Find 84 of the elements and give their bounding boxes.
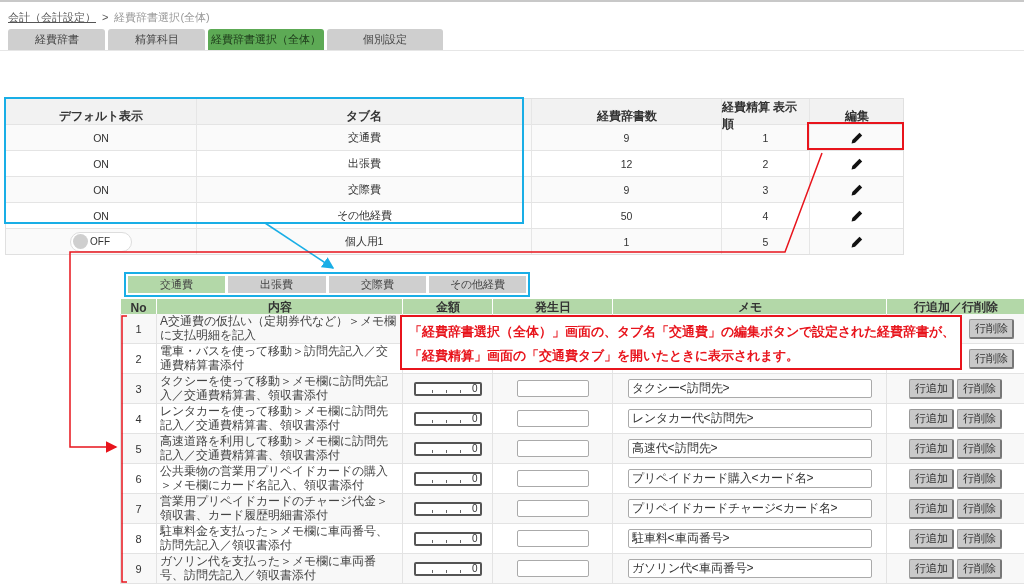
pencil-icon[interactable] xyxy=(850,209,863,222)
breadcrumb-current: 経費辞書選択(全体) xyxy=(114,9,210,25)
toggle-switch[interactable]: OFF xyxy=(70,231,132,252)
delete-row-button[interactable]: 行削除 xyxy=(957,468,1002,489)
table-cell: 9 xyxy=(531,177,721,202)
add-row-button[interactable]: 行追加 xyxy=(909,528,954,549)
delete-row-button[interactable]: 行削除 xyxy=(957,528,1002,549)
pencil-icon[interactable] xyxy=(850,157,863,170)
amount-field[interactable]: 0 xyxy=(413,531,482,546)
delete-row-button[interactable]: 行削除 xyxy=(957,438,1002,459)
delete-row-button[interactable]: 行削除 xyxy=(969,348,1014,369)
add-row-button[interactable]: 行追加 xyxy=(909,558,954,579)
table-cell: レンタカーを使って移動＞メモ欄に訪問先記入／交通費精算書、領収書添付 xyxy=(156,404,402,433)
date-field[interactable] xyxy=(516,440,589,457)
memo-field[interactable]: タクシー<訪問先> xyxy=(627,379,872,398)
add-row-button[interactable]: 行追加 xyxy=(909,498,954,519)
table-cell: 1 xyxy=(531,229,721,254)
table-cell: ガソリン代を支払った＞メモ欄に車両番号、訪問先記入／領収書添付 xyxy=(156,554,402,583)
add-row-button[interactable]: 行追加 xyxy=(909,408,954,429)
breadcrumb-separator: > xyxy=(102,11,109,23)
table-cell: 3 xyxy=(120,374,156,403)
table-cell-text: ON xyxy=(92,130,110,146)
table-cell: 4 xyxy=(120,404,156,433)
breadcrumb-link[interactable]: 会計（会計設定） xyxy=(8,9,96,25)
table-cell-text: ON xyxy=(92,208,110,224)
memo-field[interactable]: 駐車料<車両番号> xyxy=(627,529,872,548)
table-cell: 駐車料金を支払った＞メモ欄に車両番号、訪問先記入／領収書添付 xyxy=(156,524,402,553)
delete-row-button[interactable]: 行削除 xyxy=(969,318,1014,339)
date-field[interactable] xyxy=(516,470,589,487)
date-field[interactable] xyxy=(516,500,589,517)
table-cell: 5 xyxy=(721,229,809,254)
add-row-button[interactable]: 行追加 xyxy=(909,468,954,489)
memo-field[interactable]: プリペイドカード購入<カード名> xyxy=(627,469,872,488)
table-cell: 1 xyxy=(120,314,156,343)
table-cell: 交際費 xyxy=(196,177,531,202)
amount-field[interactable]: 0 xyxy=(413,471,482,486)
tab[interactable]: 出張費 xyxy=(228,276,326,293)
date-field[interactable] xyxy=(516,380,589,397)
tab[interactable]: 交際費 xyxy=(328,276,426,293)
table-cell: 高速道路を利用して移動＞メモ欄に訪問先記入／交通費精算書、領収書添付 xyxy=(156,434,402,463)
add-row-button[interactable]: 行追加 xyxy=(909,438,954,459)
memo-field[interactable]: 高速代<訪問先> xyxy=(627,439,872,458)
table-cell: 公共乗物の営業用プリペイドカードの購入＞メモ欄にカード名記入、領収書添付 xyxy=(156,464,402,493)
table-cell: 9 xyxy=(531,125,721,150)
memo-field[interactable]: ガソリン代<車両番号> xyxy=(627,559,872,578)
table-cell: 9 xyxy=(120,554,156,583)
table-cell-text: ON xyxy=(92,182,110,198)
table-cell: 6 xyxy=(120,464,156,493)
table-cell: タクシーを使って移動＞メモ欄に訪問先記入／交通費精算書、領収書添付 xyxy=(156,374,402,403)
table-cell: 3 xyxy=(721,177,809,202)
tab[interactable]: 経費辞書選択（全体） xyxy=(208,29,324,50)
date-field[interactable] xyxy=(516,560,589,577)
add-row-button[interactable]: 行追加 xyxy=(909,378,954,399)
amount-field[interactable]: 0 xyxy=(413,441,482,456)
delete-row-button[interactable]: 行削除 xyxy=(957,408,1002,429)
amount-field[interactable]: 0 xyxy=(413,501,482,516)
tab[interactable]: その他経費 xyxy=(428,276,526,293)
table-cell: 7 xyxy=(120,494,156,523)
delete-row-button[interactable]: 行削除 xyxy=(957,498,1002,519)
table-cell: 交通費 xyxy=(196,125,531,150)
tab[interactable]: 個別設定 xyxy=(327,29,443,50)
delete-row-button[interactable]: 行削除 xyxy=(957,558,1002,579)
table-cell: 8 xyxy=(120,524,156,553)
pencil-icon[interactable] xyxy=(850,235,863,248)
table-cell: 営業用プリペイドカードのチャージ代金＞領収書、カード履歴明細書添付 xyxy=(156,494,402,523)
table-cell: 5 xyxy=(120,434,156,463)
tab[interactable]: 経費辞書 xyxy=(8,29,105,50)
table-cell: 2 xyxy=(120,344,156,373)
pencil-icon[interactable] xyxy=(850,183,863,196)
date-field[interactable] xyxy=(516,410,589,427)
table-cell-text: ON xyxy=(92,156,110,172)
delete-row-button[interactable]: 行削除 xyxy=(957,378,1002,399)
column-header: デフォルト表示 xyxy=(58,107,144,125)
amount-field[interactable]: 0 xyxy=(413,561,482,576)
tab[interactable]: 交通費 xyxy=(128,276,226,293)
table-cell: 個人用1 xyxy=(196,229,531,254)
tab[interactable]: 精算科目 xyxy=(108,29,205,50)
amount-field[interactable]: 0 xyxy=(413,381,482,396)
pencil-icon[interactable] xyxy=(850,131,863,144)
memo-field[interactable]: プリペイドカードチャージ<カード名> xyxy=(627,499,872,518)
amount-field[interactable]: 0 xyxy=(413,411,482,426)
annotation-text: 「経費辞書選択（全体）」画面の、タブ名「交通費」の編集ボタンで設定された経費辞書が、 「経費精算」画面の「交通費タブ」を開いたときに表示されます。 xyxy=(400,315,962,370)
date-field[interactable] xyxy=(516,530,589,547)
memo-field[interactable]: レンタカー代<訪問先> xyxy=(627,409,872,428)
